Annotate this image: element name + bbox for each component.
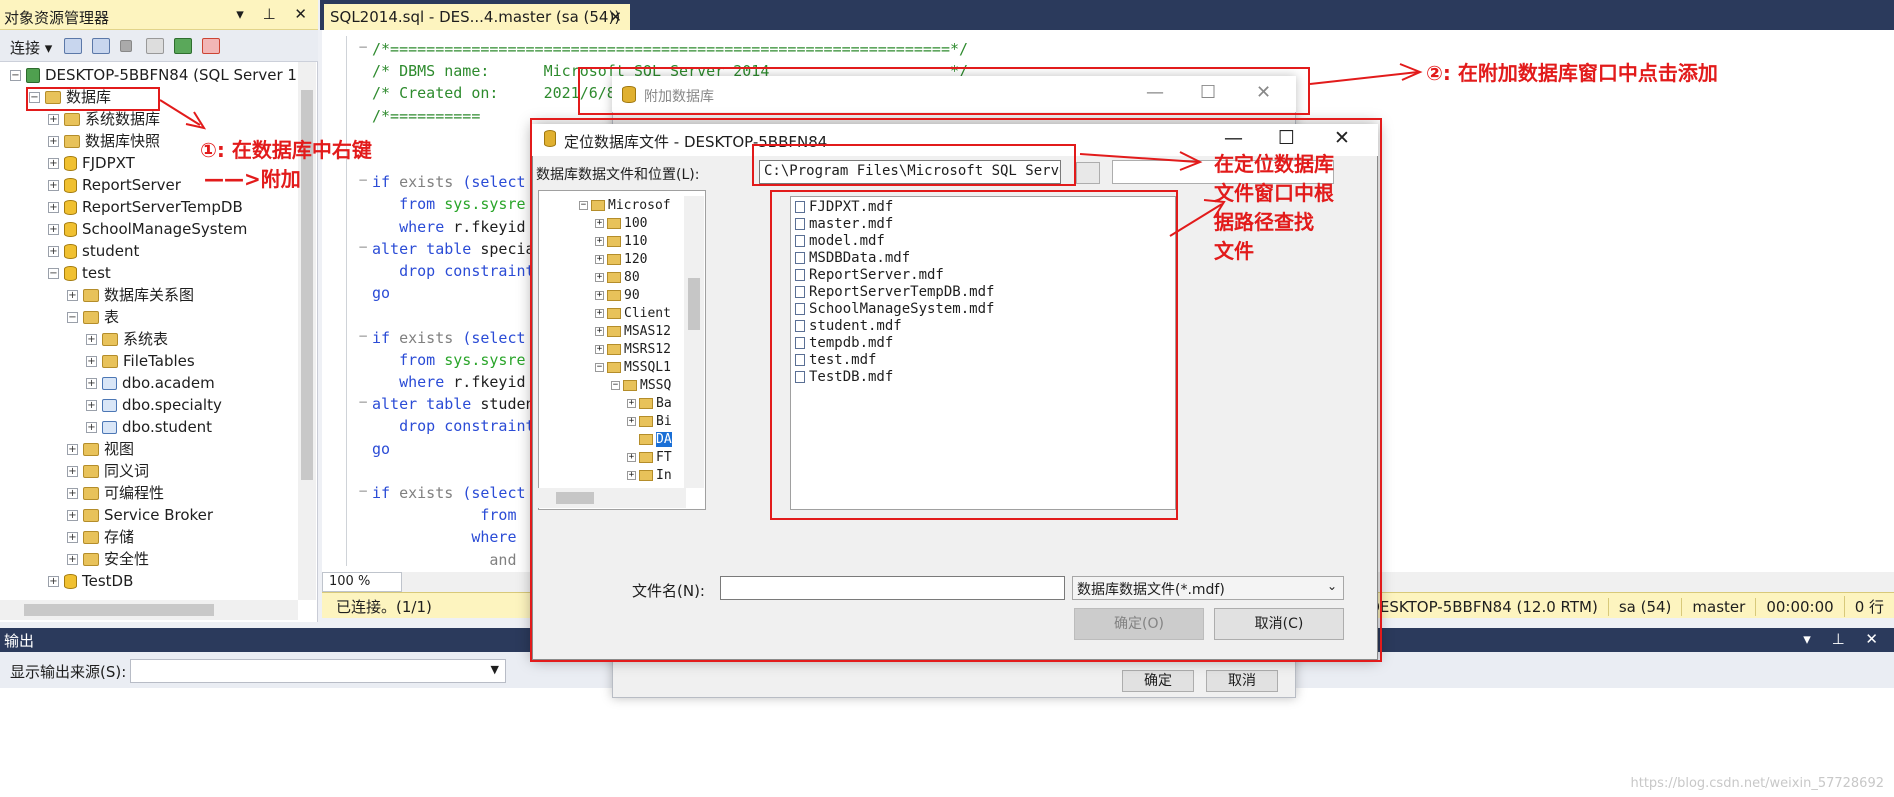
annotation-step1: ①: 在数据库中右键 (200, 138, 372, 162)
annotation-step3-line: 文件窗口中根 (1214, 181, 1334, 205)
annotation-arrows (159, 63, 1423, 237)
annotation-step3-line: 据路径查找 (1214, 210, 1314, 234)
annotation-step3-line: 在定位数据库 (1214, 152, 1334, 176)
annotation-step2: ②: 在附加数据库窗口中点击添加 (1426, 61, 1718, 85)
annotation-step1-sub: ——>附加 (204, 167, 301, 191)
annotation-step3-line: 文件 (1214, 239, 1254, 263)
